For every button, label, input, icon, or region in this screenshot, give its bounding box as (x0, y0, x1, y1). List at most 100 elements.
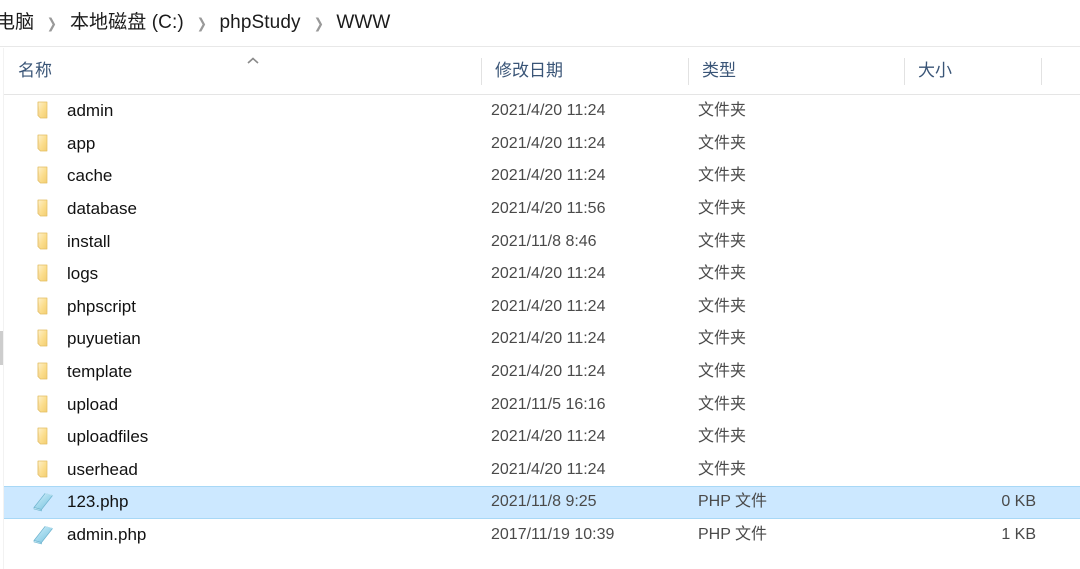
cell-name[interactable]: cache (4, 160, 481, 193)
cell-type: 文件夹 (698, 167, 747, 185)
cell-date-modified: 2021/11/8 8:46 (491, 232, 597, 250)
table-row[interactable]: logs 2021/4/20 11:24 文件夹 (4, 258, 1080, 291)
cell-date-modified: 2021/11/8 9:25 (491, 493, 597, 511)
folder-icon (24, 426, 62, 448)
table-row[interactable]: admin 2021/4/20 11:24 文件夹 (4, 95, 1080, 128)
cell-date-modified: 2021/4/20 11:24 (491, 167, 606, 185)
cell-name[interactable]: install (4, 225, 481, 258)
folder-icon (24, 231, 62, 253)
column-resize-handle[interactable] (904, 58, 905, 85)
column-header-type[interactable]: 类型 (688, 48, 904, 94)
cell-date-modified: 2021/4/20 11:24 (491, 363, 606, 381)
breadcrumb-item[interactable]: 电脑 (0, 10, 38, 36)
cell-type: 文件夹 (698, 200, 747, 218)
cell-size: 1 KB (1001, 526, 1036, 544)
cell-name[interactable]: uploadfiles (4, 421, 481, 454)
file-name-label: template (67, 362, 133, 382)
file-name-label: userhead (67, 459, 138, 479)
cell-type: PHP 文件 (698, 526, 768, 544)
cell-date-modified: 2021/4/20 11:24 (491, 460, 606, 478)
breadcrumb-item[interactable]: 本地磁盘 (C:) (66, 10, 188, 36)
column-header-name[interactable]: 名称 (4, 48, 481, 94)
cell-date-modified: 2021/4/20 11:24 (491, 330, 606, 348)
address-bar[interactable]: 电脑 ❯ 本地磁盘 (C:) ❯ phpStudy ❯ WWW (0, 0, 1080, 47)
cell-date-modified: 2021/4/20 11:56 (491, 200, 606, 218)
cell-name[interactable]: puyuetian (4, 323, 481, 356)
table-row[interactable]: uploadfiles 2021/4/20 11:24 文件夹 (4, 421, 1080, 454)
cell-type: 文件夹 (698, 102, 747, 120)
cell-name[interactable]: admin.php (4, 519, 481, 552)
file-name-label: puyuetian (67, 329, 141, 349)
file-name-label: app (67, 133, 96, 153)
table-row[interactable]: cache 2021/4/20 11:24 文件夹 (4, 160, 1080, 193)
file-explorer-window: 电脑 ❯ 本地磁盘 (C:) ❯ phpStudy ❯ WWW 名称 修改日期 类型 大小 adm… (0, 0, 1080, 569)
folder-icon (24, 394, 62, 416)
breadcrumb-item[interactable]: WWW (332, 10, 394, 36)
column-resize-handle[interactable] (1041, 58, 1042, 85)
cell-date-modified: 2021/11/5 16:16 (491, 395, 606, 413)
column-header-label: 大小 (918, 61, 952, 80)
table-row[interactable]: upload 2021/11/5 16:16 文件夹 (4, 388, 1080, 421)
file-list[interactable]: admin 2021/4/20 11:24 文件夹 app 2021/4/20 11:2… (4, 95, 1080, 569)
folder-icon (24, 296, 62, 318)
cell-name[interactable]: upload (4, 388, 481, 421)
table-row[interactable]: database 2021/4/20 11:56 文件夹 (4, 193, 1080, 226)
cell-date-modified: 2021/4/20 11:24 (491, 102, 606, 120)
column-header-row[interactable]: 名称 修改日期 类型 大小 (4, 48, 1080, 95)
table-row[interactable]: phpscript 2021/4/20 11:24 文件夹 (4, 291, 1080, 324)
cell-type: 文件夹 (698, 395, 747, 413)
breadcrumb[interactable]: 电脑 ❯ 本地磁盘 (C:) ❯ phpStudy ❯ WWW (0, 10, 394, 36)
column-resize-handle[interactable] (481, 58, 482, 85)
cell-size: 0 KB (1001, 493, 1036, 511)
folder-icon (24, 165, 62, 187)
cell-type: 文件夹 (698, 232, 747, 250)
file-name-label: cache (67, 166, 113, 186)
file-name-label: phpscript (67, 296, 136, 316)
column-resize-handle[interactable] (688, 58, 689, 85)
cell-name[interactable]: app (4, 128, 481, 161)
file-name-label: admin (67, 101, 114, 121)
file-name-label: database (67, 199, 137, 219)
cell-name[interactable]: admin (4, 95, 481, 128)
column-header-size[interactable]: 大小 (904, 48, 1041, 94)
file-name-label: upload (67, 394, 119, 414)
cell-name[interactable]: logs (4, 258, 481, 291)
column-header-label: 修改日期 (495, 61, 563, 80)
folder-icon (24, 459, 62, 481)
column-header-date[interactable]: 修改日期 (481, 48, 688, 94)
file-name-label: admin.php (67, 525, 147, 545)
breadcrumb-separator-icon: ❯ (313, 15, 324, 31)
folder-icon (24, 361, 62, 383)
table-row[interactable]: 123.php 2021/11/8 9:25 PHP 文件 0 KB (4, 486, 1080, 519)
folder-icon (24, 198, 62, 220)
folder-icon (24, 100, 62, 122)
table-row[interactable]: userhead 2021/4/20 11:24 文件夹 (4, 454, 1080, 487)
table-row[interactable]: template 2021/4/20 11:24 文件夹 (4, 356, 1080, 389)
nav-pane-scrollbar-thumb[interactable] (0, 331, 3, 365)
cell-type: 文件夹 (698, 460, 747, 478)
table-row[interactable]: install 2021/11/8 8:46 文件夹 (4, 225, 1080, 258)
file-name-label: install (67, 231, 111, 251)
cell-date-modified: 2021/4/20 11:24 (491, 297, 606, 315)
cell-name[interactable]: userhead (4, 454, 481, 487)
table-row[interactable]: app 2021/4/20 11:24 文件夹 (4, 128, 1080, 161)
column-header-label: 类型 (702, 61, 736, 80)
cell-type: 文件夹 (698, 297, 747, 315)
cell-date-modified: 2021/4/20 11:24 (491, 134, 606, 152)
cell-name[interactable]: 123.php (4, 487, 481, 518)
folder-icon (24, 133, 62, 155)
cell-name[interactable]: phpscript (4, 291, 481, 324)
php-file-icon (24, 491, 62, 513)
cell-date-modified: 2021/4/20 11:24 (491, 428, 606, 446)
folder-icon (24, 328, 62, 350)
breadcrumb-item[interactable]: phpStudy (216, 10, 305, 36)
cell-type: 文件夹 (698, 363, 747, 381)
column-header-label: 名称 (18, 61, 52, 80)
chevron-up-icon (246, 56, 260, 66)
breadcrumb-separator-icon: ❯ (196, 15, 207, 31)
cell-name[interactable]: template (4, 356, 481, 389)
cell-type: 文件夹 (698, 428, 747, 446)
cell-name[interactable]: database (4, 193, 481, 226)
table-row[interactable]: admin.php 2017/11/19 10:39 PHP 文件 1 KB (4, 519, 1080, 552)
table-row[interactable]: puyuetian 2021/4/20 11:24 文件夹 (4, 323, 1080, 356)
